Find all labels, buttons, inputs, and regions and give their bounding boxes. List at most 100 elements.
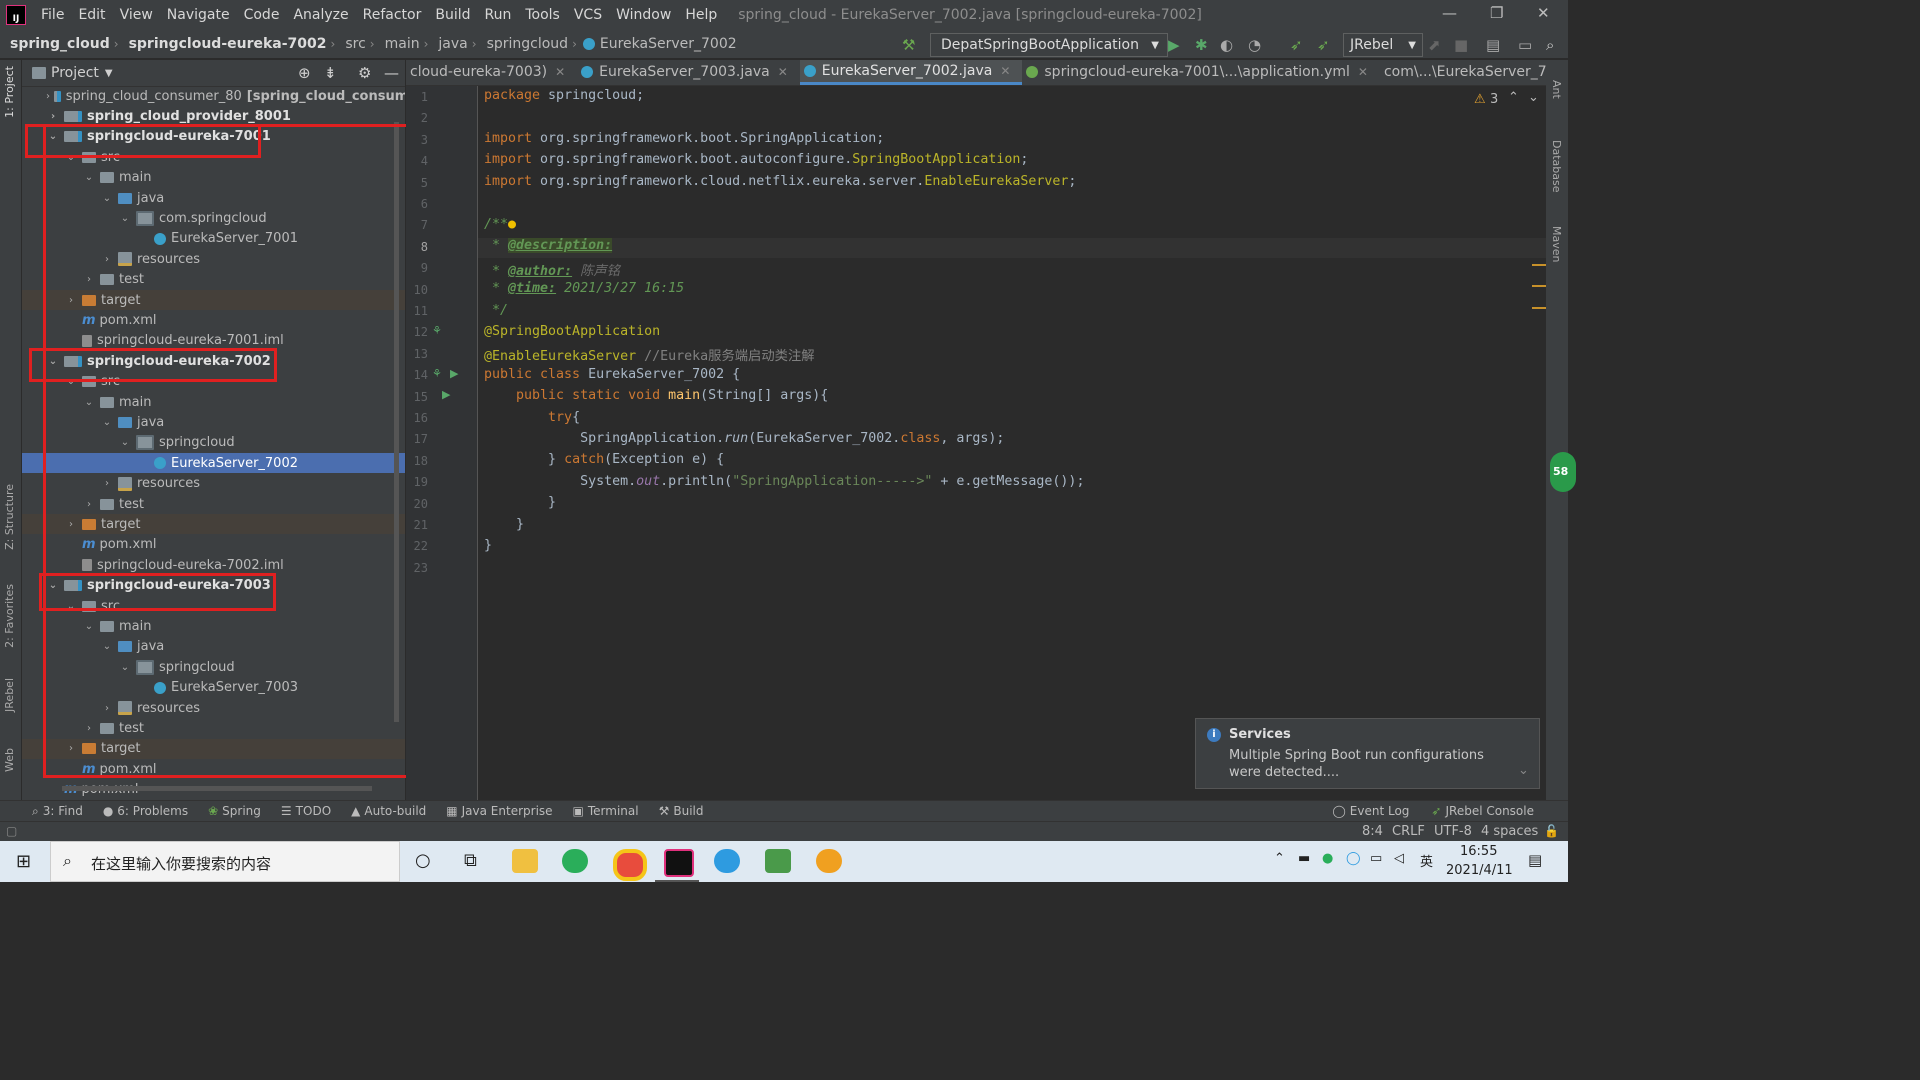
- task-view-icon[interactable]: ⧉: [464, 850, 477, 871]
- volume-icon[interactable]: ◁: [1394, 851, 1404, 866]
- tool-window-maven[interactable]: Maven: [1550, 226, 1563, 262]
- menu-navigate[interactable]: Navigate: [160, 7, 237, 23]
- run-configuration-select[interactable]: DepatSpringBootApplication ▼: [930, 33, 1168, 57]
- close-tab-icon[interactable]: ✕: [1000, 64, 1010, 78]
- code-editor[interactable]: package springcloud; import org.springfr…: [478, 86, 1546, 800]
- next-highlight-icon[interactable]: ⌄: [1528, 90, 1539, 105]
- warning-stripe[interactable]: [1532, 285, 1546, 287]
- tool-find[interactable]: 3: Find: [43, 804, 83, 818]
- chevron-down-icon[interactable]: ▼: [105, 68, 113, 79]
- menu-run[interactable]: Run: [478, 7, 519, 23]
- tool-window-structure[interactable]: Z: Structure: [3, 484, 16, 550]
- tab-eureka-7003-module[interactable]: cloud-eureka-7003) ✕: [406, 60, 577, 85]
- caret-position[interactable]: 8:4: [1362, 824, 1383, 839]
- stop-icon[interactable]: ■: [1454, 36, 1468, 54]
- update-icon[interactable]: ⬈: [1428, 36, 1441, 54]
- chevron-right-icon[interactable]: ›: [46, 111, 60, 122]
- taskbar-search-box[interactable]: ⌕ 在这里输入你要搜索的内容: [50, 841, 400, 882]
- image-viewer-icon[interactable]: [765, 849, 791, 873]
- tree-horizontal-scrollbar[interactable]: [62, 786, 372, 791]
- menu-window[interactable]: Window: [609, 7, 678, 23]
- app-icon[interactable]: [816, 849, 842, 873]
- breadcrumb-main[interactable]: main: [375, 36, 424, 52]
- wechat-tray-icon[interactable]: ●: [1322, 851, 1333, 866]
- tool-window-favorites[interactable]: 2: Favorites: [3, 584, 16, 648]
- notification-center-icon[interactable]: ▤: [1528, 851, 1542, 869]
- restore-icon[interactable]: ❐: [1490, 4, 1503, 22]
- editor-gutter[interactable]: 1 2 3 4 5 6 7 8 9 10 11 12 13 14 15 16 17 18 19 20 21 22 23 ⚘ …: [406, 86, 478, 800]
- spring-bean-icon[interactable]: ⚘: [432, 324, 442, 337]
- warning-stripe[interactable]: [1532, 307, 1546, 309]
- profile-icon[interactable]: ◔: [1248, 36, 1261, 54]
- tab-eurekaserver-7003[interactable]: EurekaServer_7003.java ✕: [577, 60, 800, 85]
- menu-build[interactable]: Build: [428, 7, 477, 23]
- jrebel-select[interactable]: JRebel ▼: [1343, 33, 1423, 57]
- menu-vcs[interactable]: VCS: [567, 7, 609, 23]
- line-separator[interactable]: CRLF: [1392, 824, 1425, 839]
- tool-event-log[interactable]: Event Log: [1350, 804, 1410, 818]
- tool-build[interactable]: Build: [673, 804, 703, 818]
- tool-terminal[interactable]: Terminal: [588, 804, 639, 818]
- lightbulb-icon[interactable]: ●: [508, 217, 516, 232]
- cortana-icon[interactable]: ○: [415, 850, 431, 871]
- collapse-all-icon[interactable]: ⇟: [324, 64, 337, 82]
- tool-window-project[interactable]: 1: Project: [3, 66, 16, 118]
- debug-icon[interactable]: ✱: [1195, 36, 1208, 54]
- run-gutter-icon[interactable]: ▶: [450, 367, 458, 380]
- tool-jrebel-console[interactable]: JRebel Console: [1445, 804, 1534, 818]
- warning-count[interactable]: 3: [1490, 92, 1498, 107]
- jrebel-debug-icon[interactable]: ➶: [1317, 36, 1330, 54]
- windows-start-icon[interactable]: ⊞: [16, 851, 31, 872]
- tool-window-jrebel[interactable]: JRebel: [3, 678, 16, 712]
- gear-icon[interactable]: ⚙: [358, 64, 371, 82]
- coverage-icon[interactable]: ◐: [1220, 36, 1233, 54]
- project-panel-title[interactable]: Project: [51, 65, 99, 81]
- tool-auto-build[interactable]: Auto-build: [364, 804, 426, 818]
- file-encoding[interactable]: UTF-8: [1434, 824, 1472, 839]
- clock-time[interactable]: 16:55: [1460, 844, 1497, 859]
- breadcrumb-src[interactable]: src: [335, 36, 369, 52]
- close-tab-icon[interactable]: ✕: [555, 65, 565, 79]
- indent-setting[interactable]: 4 spaces: [1481, 824, 1538, 839]
- breadcrumb-class[interactable]: EurekaServer_7002: [600, 36, 741, 52]
- run-gutter-icon[interactable]: ▶: [442, 388, 450, 401]
- breadcrumb-project[interactable]: spring_cloud: [0, 36, 114, 52]
- menu-edit[interactable]: Edit: [71, 7, 112, 23]
- intellij-taskbar-icon[interactable]: [664, 849, 694, 877]
- menu-refactor[interactable]: Refactor: [356, 7, 429, 23]
- menu-code[interactable]: Code: [237, 7, 287, 23]
- qq-tray-icon[interactable]: ◯: [1346, 851, 1361, 866]
- menu-analyze[interactable]: Analyze: [286, 7, 355, 23]
- chrome-icon[interactable]: [613, 849, 647, 881]
- toggle-tool-windows-icon[interactable]: ▢: [6, 824, 17, 838]
- tray-expand-icon[interactable]: ⌃: [1274, 851, 1285, 866]
- tool-window-database[interactable]: Database: [1550, 140, 1563, 193]
- locate-icon[interactable]: ⊕: [298, 64, 311, 82]
- warning-icon[interactable]: ⚠: [1474, 92, 1486, 107]
- spring-bean-icon[interactable]: ⚘: [432, 367, 442, 380]
- chevron-down-icon[interactable]: ⌄: [1518, 763, 1529, 778]
- tab-eurekaserver-7001[interactable]: com\...\EurekaServer_7001.java✕: [1380, 60, 1546, 85]
- wechat-icon[interactable]: [562, 849, 588, 873]
- close-tab-icon[interactable]: ✕: [1358, 65, 1368, 79]
- close-icon[interactable]: ✕: [1537, 4, 1550, 22]
- tool-spring[interactable]: Spring: [222, 804, 261, 818]
- tab-eurekaserver-7002[interactable]: EurekaServer_7002.java ✕: [799, 60, 1023, 85]
- menu-tools[interactable]: Tools: [518, 7, 567, 23]
- menu-view[interactable]: View: [113, 7, 160, 23]
- run-icon[interactable]: ▶: [1168, 36, 1180, 54]
- close-tab-icon[interactable]: ✕: [778, 65, 788, 79]
- clock-date[interactable]: 2021/4/11: [1446, 863, 1513, 878]
- project-structure-icon[interactable]: ▤: [1486, 36, 1500, 54]
- jrebel-run-icon[interactable]: ➶: [1290, 36, 1303, 54]
- tool-problems[interactable]: 6: Problems: [117, 804, 188, 818]
- input-method-indicator[interactable]: 英: [1420, 851, 1433, 870]
- battery-icon[interactable]: ▬: [1298, 851, 1310, 866]
- chevron-right-icon[interactable]: ›: [46, 91, 50, 102]
- layout-icon[interactable]: ▭: [1518, 36, 1532, 54]
- qq-browser-icon[interactable]: [714, 849, 740, 873]
- menu-file[interactable]: File: [34, 7, 71, 23]
- tool-java-enterprise[interactable]: Java Enterprise: [462, 804, 553, 818]
- breadcrumb-package[interactable]: springcloud: [477, 36, 573, 52]
- search-icon[interactable]: ⌕: [1546, 36, 1554, 54]
